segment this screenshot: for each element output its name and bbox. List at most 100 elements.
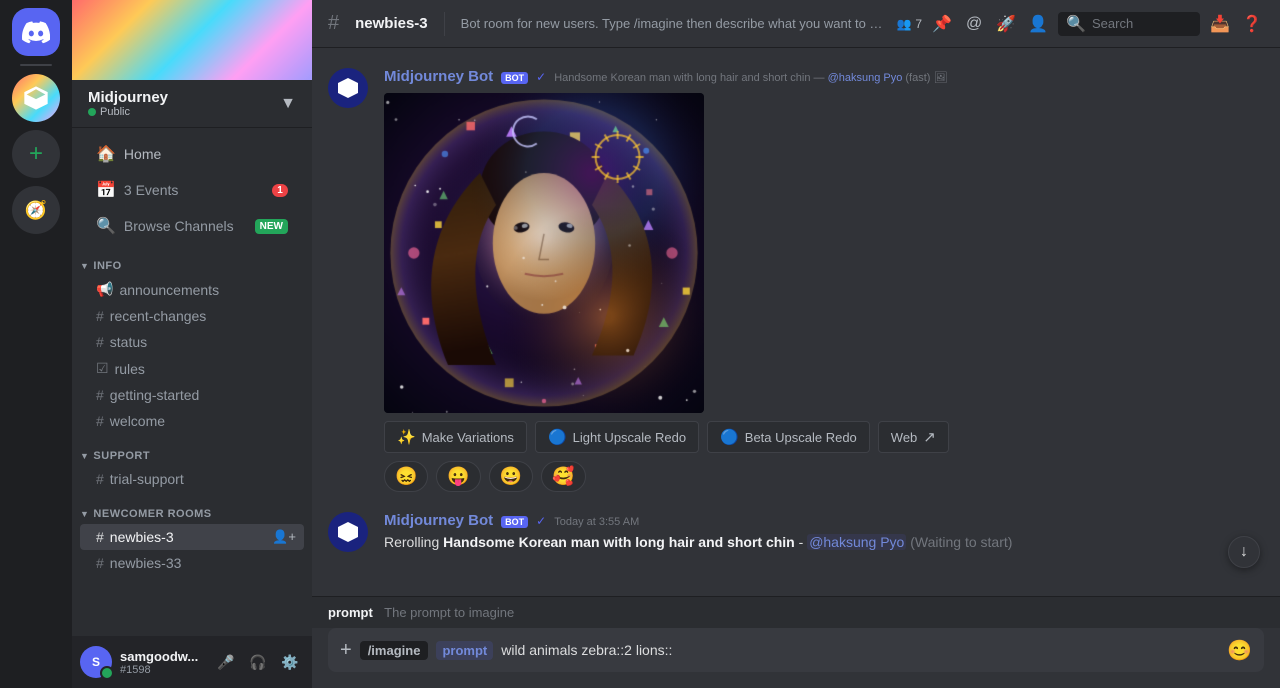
channel-header-name: newbies-3 (355, 15, 428, 32)
server-divider (20, 64, 52, 66)
beta-upscale-redo-button[interactable]: 🔵 Beta Upscale Redo (707, 421, 870, 453)
hash-icon: # (96, 529, 104, 545)
main-content: # newbies-3 Bot room for new users. Type… (312, 0, 1280, 688)
help-button[interactable]: ❓ (1240, 12, 1264, 36)
channel-announcements[interactable]: 📢 announcements (80, 276, 304, 303)
server-banner (72, 0, 312, 80)
new-badge: NEW (255, 219, 288, 234)
emoji-picker-icon[interactable]: 😊 (1227, 638, 1252, 663)
chevron-down-icon: ▼ (280, 95, 296, 113)
inbox-button[interactable]: 📥 (1208, 12, 1232, 36)
light-upscale-redo-button[interactable]: 🔵 Light Upscale Redo (535, 421, 699, 453)
add-member-icon[interactable]: 👤+ (272, 529, 296, 545)
mention-filter-button[interactable]: @ (962, 12, 986, 36)
channel-status[interactable]: # status (80, 329, 304, 355)
hash-icon: # (96, 471, 104, 487)
scroll-to-bottom-button[interactable]: ↓ (1228, 536, 1260, 568)
members-icon: 👥 (896, 17, 911, 31)
rules-icon: ☑ (96, 360, 109, 377)
collapse-icon: ▼ (80, 261, 89, 271)
message-input-container: + /imagine prompt 😊 (328, 628, 1264, 672)
settings-button[interactable]: ⚙️ (276, 648, 304, 676)
server-header[interactable]: Midjourney Public ▼ (72, 80, 312, 128)
action-buttons: ✨ Make Variations 🔵 Light Upscale Redo 🔵… (384, 421, 1264, 453)
message-group-bot-reroll: Midjourney Bot BOT ✓ Today at 3:55 AM Re… (328, 508, 1264, 557)
message-context: Handsome Korean man with long hair and s… (554, 71, 947, 84)
hash-icon: # (96, 308, 104, 324)
nav-events[interactable]: 📅 3 Events 1 (80, 172, 304, 208)
messages-area: Midjourney Bot BOT ✓ Handsome Korean man… (312, 48, 1280, 596)
user-info: samgoodw... #1598 (120, 649, 204, 676)
hash-icon: # (96, 334, 104, 350)
prompt-label: prompt (328, 605, 373, 620)
user-controls: 🎤 🎧 ⚙️ (212, 648, 304, 676)
explore-button[interactable]: 🧭 (12, 186, 60, 234)
reaction-grin[interactable]: 😀 (489, 461, 533, 492)
browse-icon: 🔍 (96, 216, 116, 236)
bot-author-name: Midjourney Bot (384, 68, 493, 85)
reaction-love[interactable]: 🥰 (541, 461, 585, 492)
hash-icon: # (96, 555, 104, 571)
server-status: Public (88, 106, 168, 118)
channel-newbies-3[interactable]: # newbies-3 👤+ (80, 524, 304, 550)
boost-button[interactable]: 🚀 (994, 12, 1018, 36)
reroll-text: Rerolling Handsome Korean man with long … (384, 533, 1264, 553)
make-variations-button[interactable]: ✨ Make Variations (384, 421, 527, 453)
server-name: Midjourney (88, 89, 168, 106)
channel-newbies-33[interactable]: # newbies-33 (80, 550, 304, 576)
category-info[interactable]: ▼ INFO (72, 244, 312, 276)
channel-header: # newbies-3 Bot room for new users. Type… (312, 0, 1280, 48)
main-wrapper: Midjourney Bot BOT ✓ Handsome Korean man… (312, 48, 1280, 688)
external-link-icon: ↗ (923, 428, 936, 446)
search-bar[interactable]: 🔍 (1058, 12, 1200, 36)
headset-button[interactable]: 🎧 (244, 648, 272, 676)
channel-welcome[interactable]: # welcome (80, 408, 304, 434)
channel-description: Bot room for new users. Type /imagine th… (461, 16, 885, 31)
category-support[interactable]: ▼ SUPPORT (72, 434, 312, 466)
emoji-reactions: 😖 😛 😀 🥰 (384, 461, 1264, 492)
members-list-button[interactable]: 👤 (1026, 12, 1050, 36)
channel-recent-changes[interactable]: # recent-changes (80, 303, 304, 329)
pin-button[interactable]: 📌 (930, 12, 954, 36)
variations-icon: ✨ (397, 428, 416, 446)
beta-upscale-icon: 🔵 (720, 428, 739, 446)
message-input[interactable] (501, 642, 1219, 658)
header-actions: 👥 7 📌 @ 🚀 👤 🔍 📥 ❓ (896, 12, 1264, 36)
user-panel: S samgoodw... #1598 🎤 🎧 ⚙️ (72, 636, 312, 688)
reaction-angry[interactable]: 😖 (384, 461, 428, 492)
channel-getting-started[interactable]: # getting-started (80, 382, 304, 408)
search-input[interactable] (1092, 16, 1192, 31)
channel-sidebar: Midjourney Public ▼ 🏠 Home 📅 3 Events 1 (72, 0, 312, 688)
user-tag: #1598 (120, 664, 204, 676)
microphone-button[interactable]: 🎤 (212, 648, 240, 676)
category-newcomer-rooms[interactable]: ▼ NEWCOMER ROOMS (72, 492, 312, 524)
server-icon-midjourney[interactable] (12, 74, 60, 122)
bot-badge-2: BOT (501, 516, 528, 528)
server-sidebar: + 🧭 (0, 0, 72, 688)
reroll-header: Midjourney Bot BOT ✓ Today at 3:55 AM (384, 512, 1264, 529)
search-icon: 🔍 (1066, 14, 1086, 34)
verified-icon-2: ✓ (536, 514, 546, 528)
events-badge: 1 (272, 184, 288, 197)
bot-reroll-content: Midjourney Bot BOT ✓ Today at 3:55 AM Re… (384, 512, 1264, 553)
prompt-tag: prompt (436, 641, 493, 660)
user-avatar: S (80, 646, 112, 678)
attach-icon[interactable]: + (340, 639, 352, 662)
add-server-button[interactable]: + (12, 130, 60, 178)
ai-generated-image (384, 93, 704, 413)
bot-badge: BOT (501, 72, 528, 84)
discord-logo[interactable] (12, 8, 60, 56)
web-button[interactable]: Web ↗ (878, 421, 949, 453)
channel-trial-support[interactable]: # trial-support (80, 466, 304, 492)
bot-message-content: Midjourney Bot BOT ✓ Handsome Korean man… (384, 68, 1264, 492)
nav-browse-channels[interactable]: 🔍 Browse Channels NEW (80, 208, 304, 244)
bot-author-name-2: Midjourney Bot (384, 512, 493, 529)
status-dot (88, 108, 96, 116)
reaction-tongue[interactable]: 😛 (436, 461, 480, 492)
bot-avatar (328, 68, 368, 108)
channel-rules[interactable]: ☑ rules (80, 355, 304, 382)
message-header: Midjourney Bot BOT ✓ Handsome Korean man… (384, 68, 1264, 85)
nav-home[interactable]: 🏠 Home (80, 136, 304, 172)
message-group-bot-image: Midjourney Bot BOT ✓ Handsome Korean man… (328, 64, 1264, 496)
collapse-icon: ▼ (80, 451, 89, 461)
